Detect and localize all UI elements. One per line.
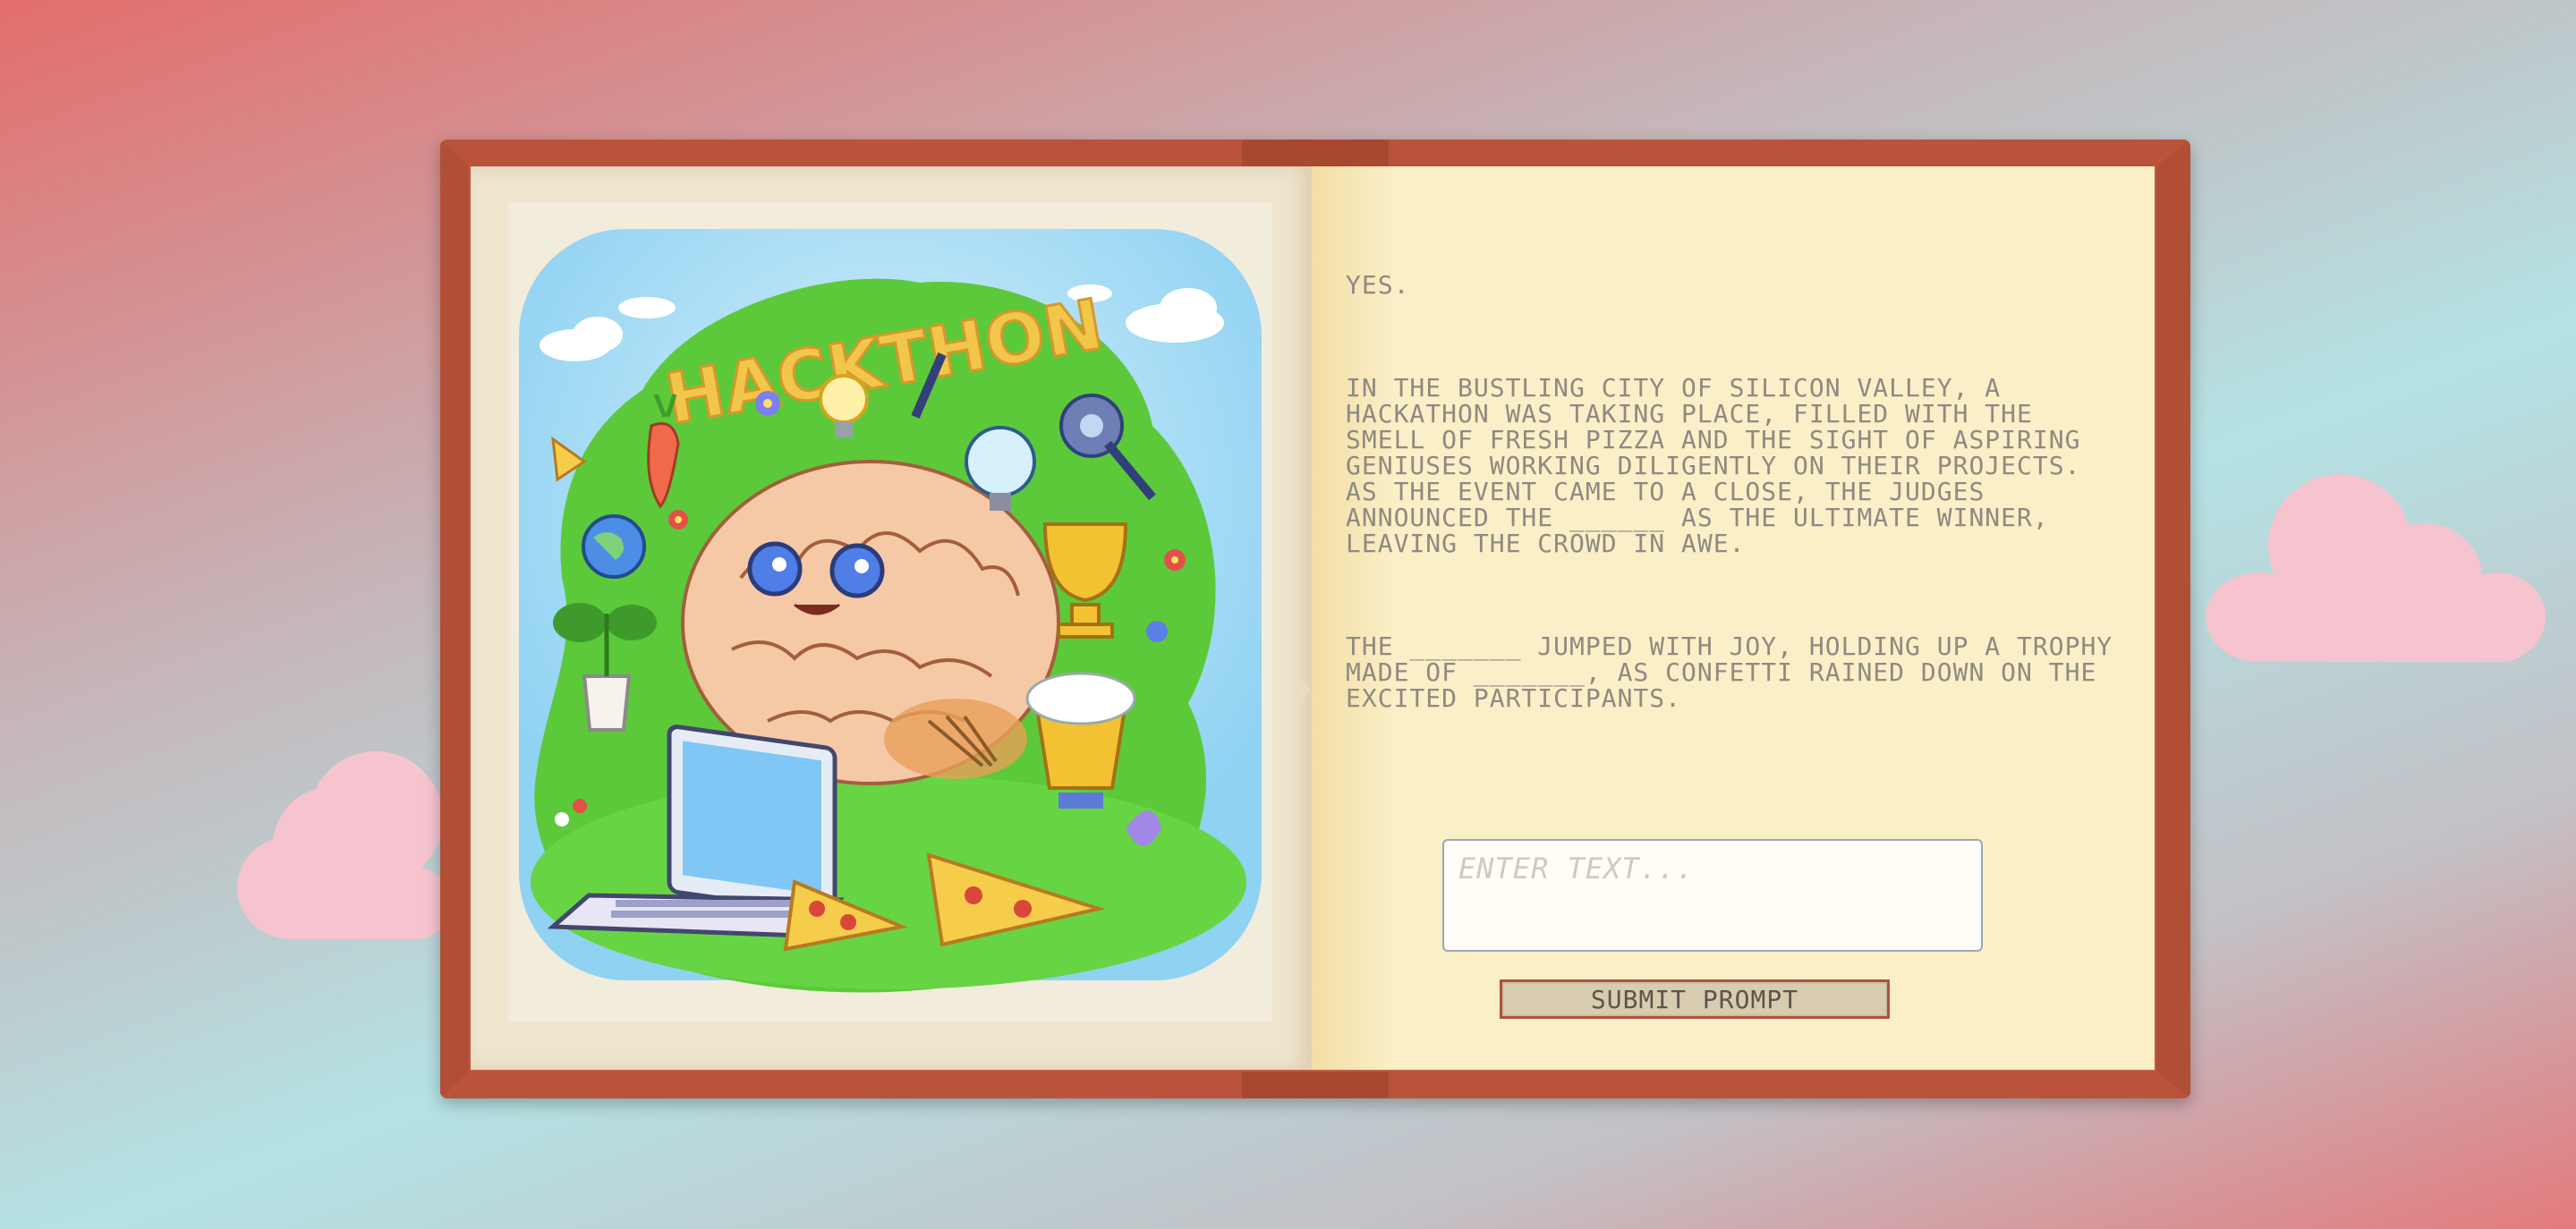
book-spine-top	[1242, 140, 1389, 166]
globe-icon	[582, 514, 646, 579]
page-turn-arrow-icon[interactable]	[1298, 676, 1311, 705]
cloud-decoration-left	[237, 751, 452, 939]
submit-prompt-button[interactable]: SUBMIT PROMPT	[1500, 979, 1890, 1019]
prompt-text-input[interactable]	[1442, 839, 1983, 952]
left-page: HACKTHON	[471, 166, 1312, 1070]
story-line-yes: YES.	[1346, 270, 1410, 300]
right-page: YES. IN THE BUSTLING CITY OF SILICON VAL…	[1312, 166, 2155, 1070]
story-paragraph-1: IN THE BUSTLING CITY OF SILICON VALLEY, …	[1346, 373, 2097, 558]
illustration-art: HACKTHON	[519, 229, 1262, 993]
story-paragraph-2: THE _______ JUMPED WITH JOY, HOLDING UP …	[1346, 631, 2130, 713]
hackathon-illustration: HACKTHON	[508, 202, 1272, 1021]
book-spine-bottom	[1242, 1072, 1389, 1098]
cloud-decoration-right	[2206, 474, 2546, 662]
story-text: YES. IN THE BUSTLING CITY OF SILICON VAL…	[1346, 220, 2115, 788]
storybook: HACKTHON YES. IN THE BUSTLING CITY OF SI…	[440, 140, 2190, 1098]
